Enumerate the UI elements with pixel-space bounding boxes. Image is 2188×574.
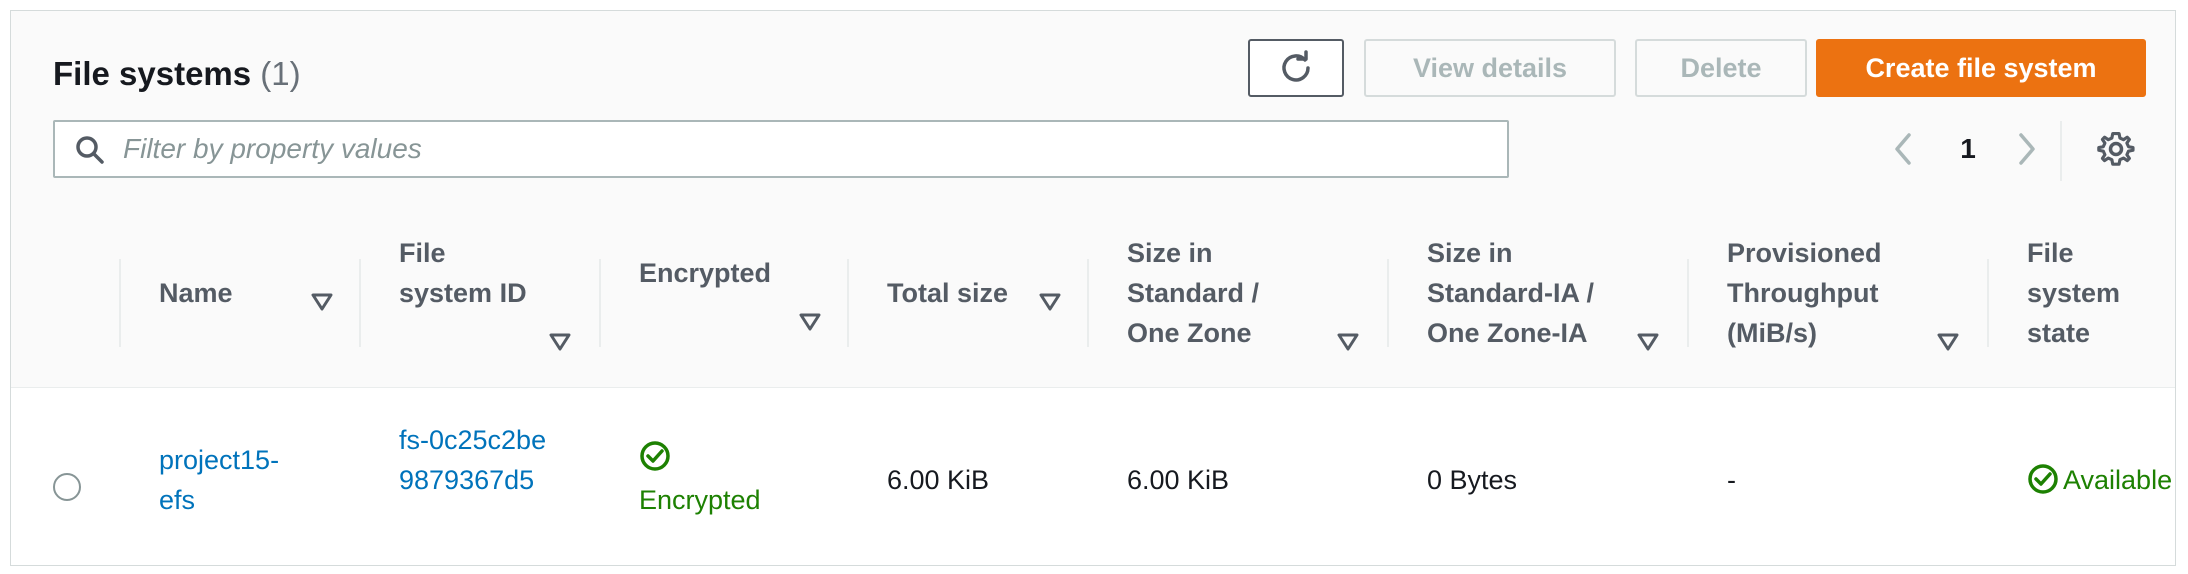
table-body: project15-efs fs-0c25c2be9879367d5 Encry… [11, 388, 2175, 565]
column-divider [1687, 259, 1689, 347]
column-header-size-standard[interactable]: Size in Standard / One Zone [1087, 209, 1387, 387]
check-circle-icon [2028, 464, 2058, 494]
encrypted-status: Encrypted [639, 440, 761, 520]
column-header-size-ia[interactable]: Size in Standard-IA / One Zone-IA [1387, 209, 1687, 387]
sort-icon[interactable] [1637, 327, 1659, 358]
column-header-name[interactable]: Name [119, 209, 359, 387]
column-label: Size in Standard-IA / One Zone-IA [1427, 238, 1595, 348]
sort-icon[interactable] [1937, 327, 1959, 358]
column-label: File system state [2027, 238, 2121, 348]
pager-divider [2060, 121, 2062, 181]
file-system-id-link[interactable]: fs-0c25c2be9879367d5 [399, 420, 559, 500]
column-divider [1987, 259, 1989, 347]
panel-header: File systems (1) View details Delete Cre… [11, 11, 2175, 210]
column-divider [847, 259, 849, 347]
size-standard-value: 6.00 KiB [1127, 465, 1230, 495]
page-title: File systems (1) [53, 55, 301, 93]
filter-box [53, 120, 1509, 178]
previous-page-icon[interactable] [1891, 131, 1915, 172]
next-page-icon[interactable] [2015, 131, 2039, 172]
column-label: Provisioned Throughput (MiB/s) [1727, 238, 1882, 348]
column-label: Encrypted [639, 258, 772, 288]
refresh-icon [1282, 50, 1310, 82]
filter-input[interactable] [121, 128, 1485, 170]
size-ia-value: 0 Bytes [1427, 465, 1518, 495]
search-icon [75, 135, 105, 170]
view-details-button[interactable]: View details [1364, 39, 1616, 97]
column-divider [599, 259, 601, 347]
column-header-file-system-id[interactable]: File system ID [359, 209, 599, 387]
delete-button[interactable]: Delete [1635, 39, 1807, 97]
total-size-value: 6.00 KiB [887, 465, 990, 495]
gear-icon[interactable] [2097, 130, 2135, 173]
title-text: File systems [53, 55, 252, 92]
file-systems-panel: File systems (1) View details Delete Cre… [10, 10, 2176, 566]
encrypted-label: Encrypted [639, 485, 761, 515]
file-system-state: Available [2027, 460, 2172, 500]
sort-icon[interactable] [1039, 287, 1061, 318]
column-header-file-system-state[interactable]: File system state [1987, 209, 2175, 387]
column-divider [1387, 259, 1389, 347]
column-divider [1087, 259, 1089, 347]
sort-icon[interactable] [311, 287, 333, 318]
sort-icon[interactable] [799, 307, 821, 338]
column-divider [359, 259, 361, 347]
file-system-name-link[interactable]: project15-efs [159, 440, 309, 520]
column-label: Total size [887, 278, 1009, 308]
table-header: Name File system ID Encrypted Total size [11, 209, 2175, 388]
title-count: (1) [260, 55, 301, 92]
refresh-button[interactable] [1248, 39, 1344, 97]
column-header-encrypted[interactable]: Encrypted [599, 209, 847, 387]
row-select-radio[interactable] [53, 473, 81, 501]
create-file-system-button[interactable]: Create file system [1816, 39, 2146, 97]
provisioned-throughput-value: - [1727, 465, 1736, 495]
page-number[interactable]: 1 [1953, 133, 1983, 165]
column-label: File system ID [399, 238, 527, 308]
column-header-total-size[interactable]: Total size [847, 209, 1087, 387]
column-header-provisioned-throughput[interactable]: Provisioned Throughput (MiB/s) [1687, 209, 1987, 387]
state-label: Available [2063, 465, 2173, 495]
sort-icon[interactable] [549, 327, 571, 358]
column-label: Size in Standard / One Zone [1127, 238, 1260, 348]
column-divider [119, 259, 121, 347]
column-label: Name [159, 278, 233, 308]
sort-icon[interactable] [1337, 327, 1359, 358]
check-circle-icon [640, 441, 670, 471]
